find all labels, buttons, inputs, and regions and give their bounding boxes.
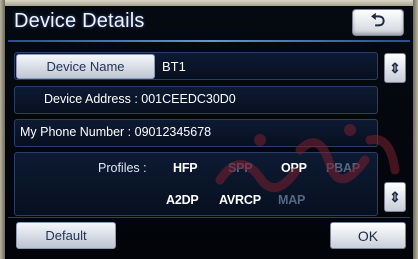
profile-hfp: HFP — [173, 161, 198, 175]
device-details-screen: Device Details ⮌ Device Name BT1 Device … — [0, 0, 418, 259]
device-address-text: Device Address : 001CEEDC30D0 — [44, 92, 236, 106]
default-button[interactable]: Default — [16, 222, 116, 249]
return-arrow-icon: ⮌ — [370, 9, 386, 30]
my-phone-number-text: My Phone Number : 09012345678 — [20, 125, 212, 139]
profile-map: MAP — [278, 193, 306, 207]
device-name-button[interactable]: Device Name — [16, 54, 155, 79]
profile-a2dp: A2DP — [166, 193, 199, 207]
scroll-icon: ⇕ — [389, 59, 401, 76]
ok-button[interactable]: OK — [330, 222, 406, 249]
bezel-top — [0, 0, 418, 6]
page-title: Device Details — [14, 10, 145, 32]
profiles-label: Profiles : — [98, 161, 147, 175]
back-button[interactable]: ⮌ — [352, 9, 404, 36]
bezel-right — [413, 0, 418, 259]
profile-avrcp: AVRCP — [219, 193, 261, 207]
footer-divider — [8, 217, 410, 218]
scroll-icon: ⇕ — [389, 188, 401, 205]
profile-opp: OPP — [281, 161, 307, 175]
title-divider — [8, 40, 410, 42]
bezel-left — [0, 0, 5, 259]
profile-pbap: PBAP — [326, 161, 360, 175]
scroll-button-bottom[interactable]: ⇕ — [384, 182, 406, 212]
device-name-value: BT1 — [162, 59, 186, 74]
profile-spp: SPP — [228, 161, 253, 175]
scroll-button-top[interactable]: ⇕ — [384, 53, 406, 83]
